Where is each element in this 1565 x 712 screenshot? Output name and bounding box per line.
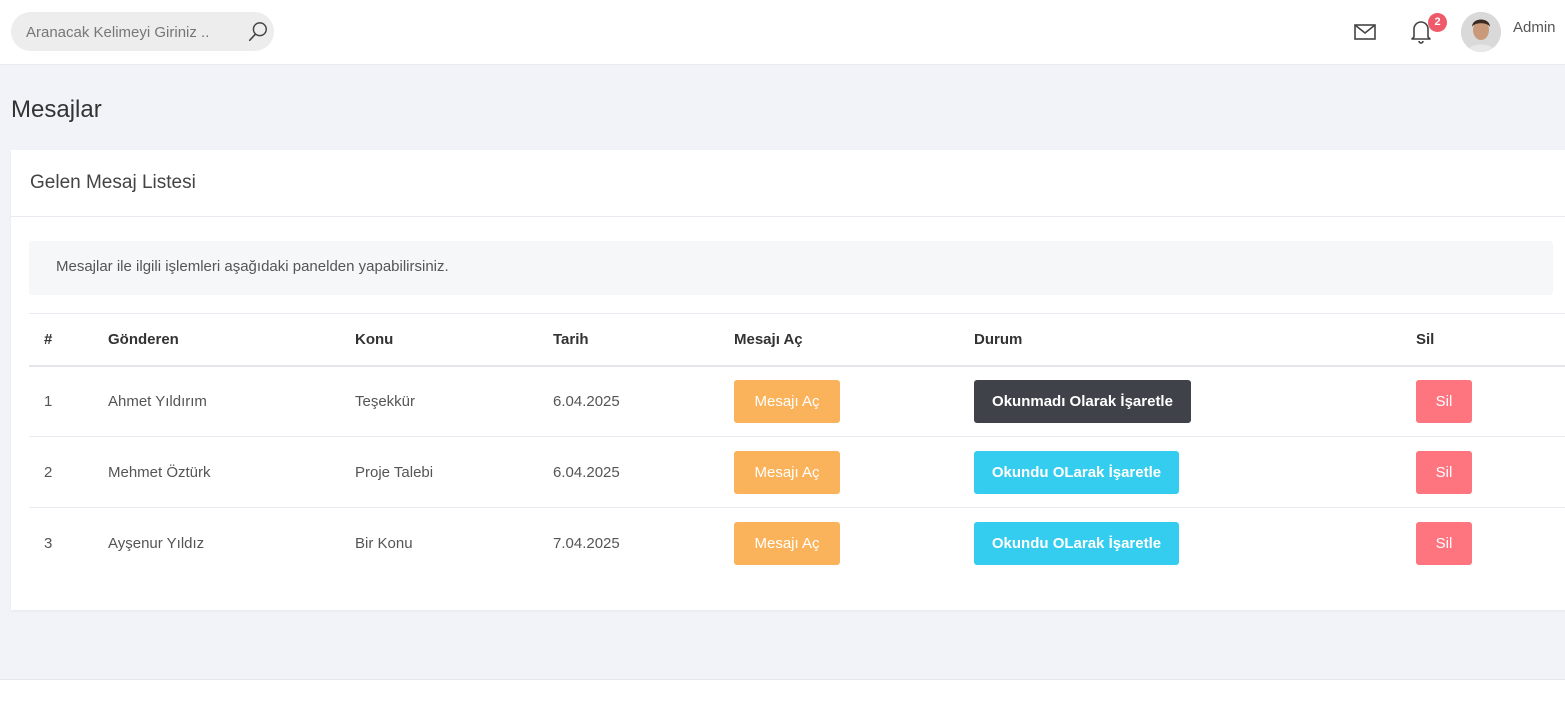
mark-read-button[interactable]: Okundu OLarak İşaretle — [974, 450, 1179, 494]
row-subject: Teşekkür — [355, 365, 553, 437]
top-navbar: 2 Admin — [0, 0, 1565, 65]
message-list-card: Gelen Mesaj Listesi Mesajlar ile ilgili … — [11, 150, 1565, 610]
avatar[interactable] — [1461, 12, 1501, 52]
delete-button[interactable]: Sil — [1416, 379, 1472, 423]
column-header-subject: Konu — [355, 313, 553, 367]
column-header-open: Mesajı Aç — [734, 313, 974, 367]
column-header-status: Durum — [974, 313, 1416, 367]
open-message-button[interactable]: Mesajı Aç — [734, 450, 840, 494]
table-header-row: # Gönderen Konu Tarih Mesajı Aç Durum Si… — [29, 313, 1565, 367]
row-number: 3 — [44, 534, 53, 552]
search-input[interactable] — [26, 21, 226, 43]
mail-icon[interactable] — [1353, 22, 1377, 42]
row-subject: Bir Konu — [355, 534, 413, 552]
row-sender: Ayşenur Yıldız — [108, 534, 205, 552]
row-number: 1 — [29, 365, 108, 437]
column-header-sender: Gönderen — [108, 313, 355, 367]
table-row: 1 Ahmet Yıldırım Teşekkür 6.04.2025 Mesa… — [29, 365, 1565, 437]
table-row: 2 Mehmet Öztürk Proje Talebi 6.04.2025 M… — [29, 436, 1565, 508]
mark-unread-button[interactable]: Okunmadı Olarak İşaretle — [974, 379, 1191, 423]
row-number: 2 — [29, 436, 108, 508]
notification-badge: 2 — [1428, 13, 1447, 32]
search-box — [11, 12, 274, 51]
user-name[interactable]: Admin — [1513, 19, 1556, 36]
open-message-button[interactable]: Mesajı Aç — [734, 379, 840, 423]
card-header: Gelen Mesaj Listesi — [11, 150, 1565, 217]
table-row: 3 Ayşenur Yıldız Bir Konu 7.04.2025 Mesa… — [29, 508, 1565, 579]
delete-button[interactable]: Sil — [1416, 521, 1472, 565]
info-alert: Mesajlar ile ilgili işlemleri aşağıdaki … — [29, 241, 1553, 295]
delete-button[interactable]: Sil — [1416, 450, 1472, 494]
row-date: 7.04.2025 — [553, 534, 620, 552]
search-icon[interactable] — [247, 21, 269, 43]
column-header-date: Tarih — [553, 313, 734, 367]
column-header-number: # — [29, 313, 108, 367]
footer — [0, 679, 1565, 712]
column-header-delete: Sil — [1416, 313, 1565, 367]
mark-read-button[interactable]: Okundu OLarak İşaretle — [974, 521, 1179, 565]
row-date: 6.04.2025 — [553, 436, 734, 508]
card-title: Gelen Mesaj Listesi — [30, 172, 196, 193]
row-subject: Proje Talebi — [355, 436, 553, 508]
page-title: Mesajlar — [11, 96, 102, 123]
row-sender: Ahmet Yıldırım — [108, 365, 355, 437]
row-date: 6.04.2025 — [553, 365, 734, 437]
messages-table: # Gönderen Konu Tarih Mesajı Aç Durum Si… — [29, 313, 1565, 579]
open-message-button[interactable]: Mesajı Aç — [734, 521, 840, 565]
row-sender: Mehmet Öztürk — [108, 436, 355, 508]
